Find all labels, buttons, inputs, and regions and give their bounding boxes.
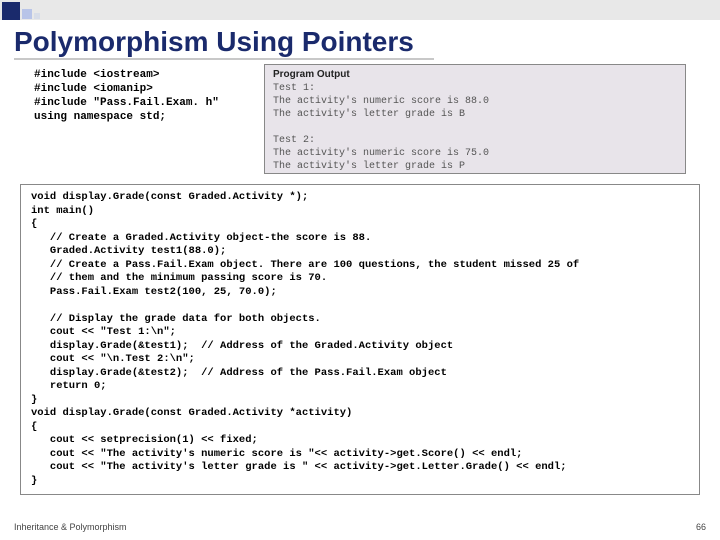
deco-square-large [2,2,20,20]
top-decoration [0,0,720,20]
program-output-header: Program Output [273,69,677,80]
slide-title: Polymorphism Using Pointers [14,26,434,60]
code-listing: void display.Grade(const Graded.Activity… [20,184,700,495]
deco-square-small [34,13,40,19]
top-block: #include <iostream> #include <iomanip> #… [34,64,686,180]
deco-square-med [22,9,32,19]
program-output-text: Test 1: The activity's numeric score is … [273,82,677,173]
program-output-box: Program Output Test 1: The activity's nu… [264,64,686,174]
includes-code: #include <iostream> #include <iomanip> #… [34,68,219,124]
footer-page-number: 66 [696,522,706,532]
footer-topic: Inheritance & Polymorphism [14,522,127,532]
